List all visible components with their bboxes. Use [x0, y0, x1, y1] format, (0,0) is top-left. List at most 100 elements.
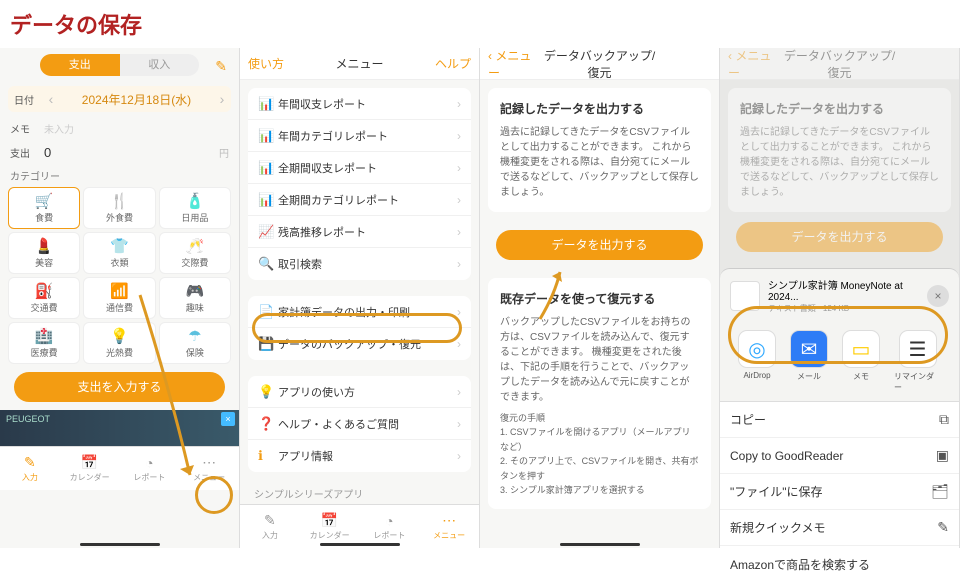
amount-row[interactable]: 支出 0 円 [0, 140, 239, 164]
tab-icon: 📅 [81, 454, 98, 471]
export-card: 記録したデータを出力する 過去に記録してきたデータをCSVファイルとして出力する… [488, 88, 711, 212]
category-外食費[interactable]: 🍴外食費 [83, 187, 155, 229]
menu-item[interactable]: ❓ヘルプ・よくあるご質問› [248, 408, 471, 440]
segment-control[interactable]: 支出 収入 [40, 54, 199, 76]
tab-レポート[interactable]: ◔レポート [360, 505, 420, 548]
step-item: 3. シンプル家計簿アプリを選択する [500, 483, 699, 497]
category-美容[interactable]: 💄美容 [8, 232, 80, 274]
menu-item[interactable]: 💡アプリの使い方› [248, 376, 471, 408]
category-医療費[interactable]: 🏥医療費 [8, 322, 80, 364]
tab-入力[interactable]: ✎入力 [240, 505, 300, 548]
action-label: "ファイル"に保存 [730, 483, 931, 500]
card-text: 過去に記録してきたデータをCSVファイルとして出力することができます。 これから… [740, 125, 939, 200]
home-indicator [80, 543, 160, 546]
ad-close-icon[interactable]: × [221, 412, 235, 426]
menu-item[interactable]: ℹアプリ情報› [248, 440, 471, 472]
chevron-right-icon: › [457, 225, 461, 239]
submit-button[interactable]: 支出を入力する [14, 372, 225, 402]
category-交通費[interactable]: ⛽交通費 [8, 277, 80, 319]
menu-item[interactable]: 📈残高推移レポート› [248, 216, 471, 248]
menu-label: アプリ情報 [278, 448, 457, 464]
header-right[interactable]: ヘルプ [416, 55, 471, 72]
share-action[interactable]: 新規クイックメモ✎ [720, 510, 959, 546]
share-action[interactable]: Amazonで商品を検索する [720, 546, 959, 582]
category-趣味[interactable]: 🎮趣味 [159, 277, 231, 319]
share-app-リマインダー[interactable]: ☰リマインダー [894, 330, 941, 393]
amount-value[interactable]: 0 [44, 145, 219, 160]
category-icon: 🧴 [185, 192, 204, 210]
share-filesize: テキスト書類 · 124 KB [768, 303, 919, 314]
action-label: 新規クイックメモ [730, 519, 937, 536]
category-label: 保険 [186, 346, 204, 359]
tab-メニュー[interactable]: ⋯メニュー [419, 505, 479, 548]
menu-item[interactable]: 📄家計簿データの出力・印刷› [248, 296, 471, 328]
tab-カレンダー[interactable]: 📅カレンダー [300, 505, 360, 548]
menu-label: 家計簿データの出力・印刷 [278, 304, 457, 320]
tab-レポート[interactable]: ◔レポート [120, 447, 180, 490]
menu-label: アプリの使い方 [278, 384, 457, 400]
chevron-right-icon[interactable]: › [213, 91, 231, 107]
memo-input[interactable]: 未入力 [44, 121, 229, 136]
share-header: シンプル家計簿 MoneyNote at 2024... テキスト書類 · 12… [720, 269, 959, 322]
tab-label: カレンダー [70, 472, 110, 483]
share-action[interactable]: Copy to GoodReader▣ [720, 438, 959, 474]
category-icon: 💄 [35, 237, 54, 255]
edit-icon[interactable]: ✎ [215, 58, 227, 75]
ad-banner[interactable]: PEUGEOT × [0, 410, 239, 446]
menu-item[interactable]: 💾データのバックアップ・復元› [248, 328, 471, 360]
tab-icon: ⋯ [442, 512, 456, 529]
category-icon: 🎮 [185, 282, 204, 300]
menu-label: 全期間収支レポート [278, 160, 457, 176]
category-交際費[interactable]: 🥂交際費 [159, 232, 231, 274]
menu-item[interactable]: 📊全期間カテゴリレポート› [248, 184, 471, 216]
menu-label: ヘルプ・よくあるご質問 [278, 416, 457, 432]
header: ‹ メニュー データバックアップ/復元 [480, 48, 719, 80]
close-icon[interactable]: × [927, 285, 949, 307]
menu-icon: ℹ [258, 448, 278, 464]
category-光熱費[interactable]: 💡光熱費 [83, 322, 155, 364]
seg-expense[interactable]: 支出 [40, 54, 120, 76]
tab-入力[interactable]: ✎入力 [0, 447, 60, 490]
category-日用品[interactable]: 🧴日用品 [159, 187, 231, 229]
panel-menu: 使い方 メニュー ヘルプ 📊年間収支レポート›📊年間カテゴリレポート›📊全期間収… [240, 48, 480, 548]
share-apps: ◎AirDrop ✉メール ▭メモ ☰リマインダー [720, 322, 959, 402]
memo-row[interactable]: メモ 未入力 [0, 116, 239, 140]
memo-label: メモ [10, 121, 44, 136]
share-action[interactable]: コピー⧉ [720, 402, 959, 438]
menu-icon: 📊 [258, 160, 278, 176]
menu-item[interactable]: 📊年間収支レポート› [248, 88, 471, 120]
back-button[interactable]: ‹ メニュー [488, 47, 543, 81]
export-button[interactable]: データを出力する [496, 230, 703, 260]
share-app-メモ[interactable]: ▭メモ [842, 330, 880, 393]
tab-メニュー[interactable]: ⋯メニュー [179, 447, 239, 490]
category-通信費[interactable]: 📶通信費 [83, 277, 155, 319]
category-衣類[interactable]: 👕衣類 [83, 232, 155, 274]
share-action[interactable]: "ファイル"に保存🗂 [720, 474, 959, 510]
menu-icon: 📄 [258, 304, 278, 320]
app-icon: ☰ [899, 330, 937, 368]
chevron-left-icon[interactable]: ‹ [42, 91, 60, 107]
steps-list: 1. CSVファイルを開けるアプリ（メールアプリなど）2. そのアプリ上で、CS… [500, 425, 699, 497]
chevron-right-icon: › [457, 337, 461, 351]
header-title: データバックアップ/復元 [543, 47, 656, 81]
share-app-AirDrop[interactable]: ◎AirDrop [738, 330, 776, 393]
chevron-right-icon: › [457, 129, 461, 143]
chevron-right-icon: › [457, 97, 461, 111]
menu-item[interactable]: 🔍取引検索› [248, 248, 471, 280]
card-title: 既存データを使って復元する [500, 290, 699, 307]
share-app-メール[interactable]: ✉メール [790, 330, 828, 393]
panel-share: ‹ メニュー データバックアップ/復元 記録したデータを出力する 過去に記録して… [720, 48, 960, 548]
tab-icon: ✎ [24, 454, 36, 471]
action-icon: 🗂 [931, 483, 949, 500]
menu-label: データのバックアップ・復元 [278, 336, 457, 352]
seg-income[interactable]: 収入 [120, 54, 200, 76]
header-left[interactable]: 使い方 [248, 55, 303, 72]
menu-item[interactable]: 📊年間カテゴリレポート› [248, 120, 471, 152]
menu-item[interactable]: 📊全期間収支レポート› [248, 152, 471, 184]
category-保険[interactable]: ☂保険 [159, 322, 231, 364]
date-picker[interactable]: 日付 ‹ 2024年12月18日(水) › [8, 86, 231, 112]
category-食費[interactable]: 🛒食費 [8, 187, 80, 229]
tab-カレンダー[interactable]: 📅カレンダー [60, 447, 120, 490]
chevron-right-icon: › [457, 417, 461, 431]
category-label: 交際費 [181, 256, 208, 269]
